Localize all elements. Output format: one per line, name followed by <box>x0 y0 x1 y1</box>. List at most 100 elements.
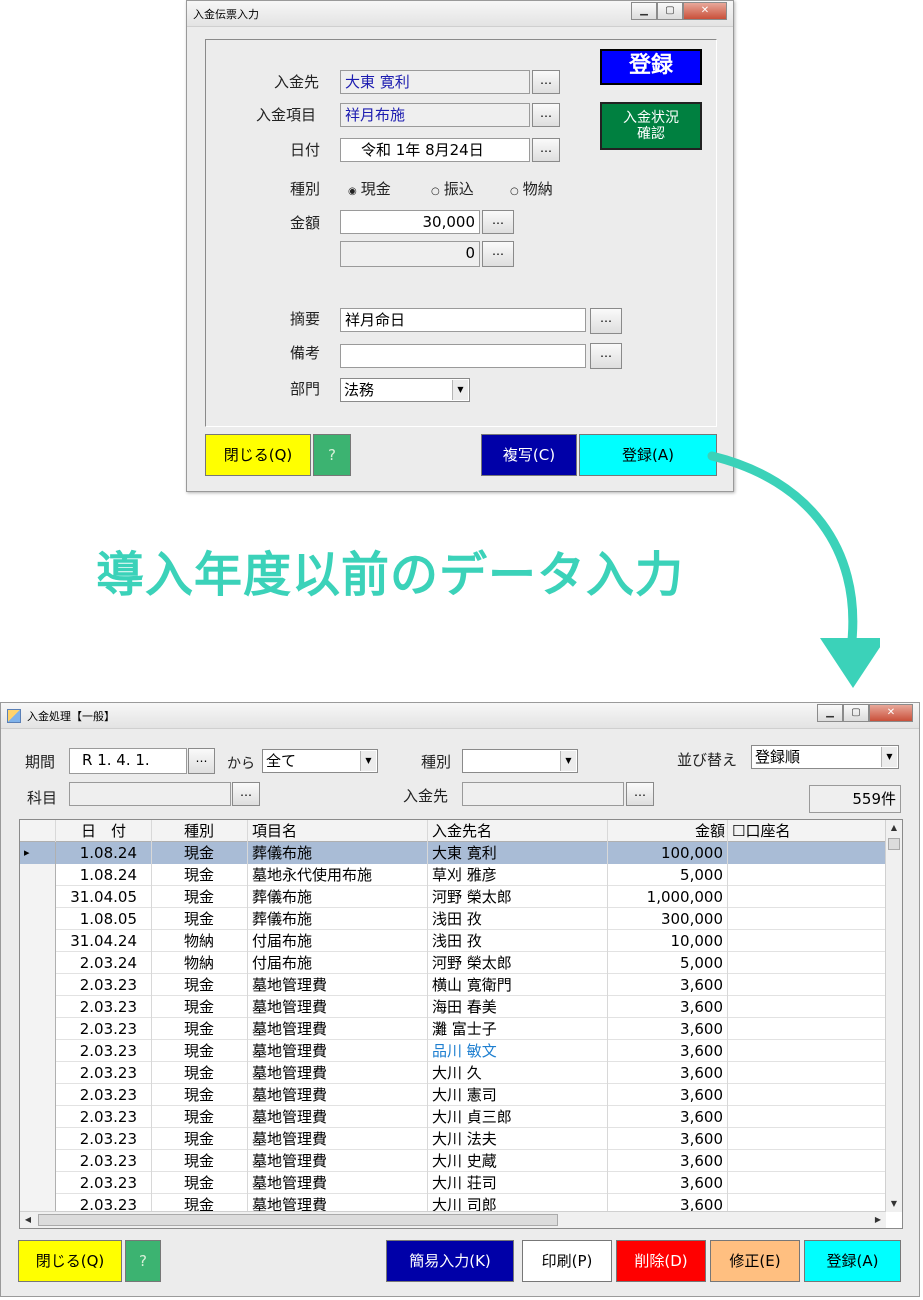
table-row[interactable]: 2.03.23 現金 墓地管理費灘 富士子 3,600 <box>20 1018 886 1040</box>
row-header[interactable] <box>20 1084 56 1106</box>
row-header[interactable] <box>20 1150 56 1172</box>
summary-field[interactable]: 祥月命日 <box>340 308 586 332</box>
cell-account <box>728 1128 886 1150</box>
payer-field[interactable]: 大東 寛利 <box>340 70 530 94</box>
table-row[interactable]: 2.03.23 現金 墓地管理費 大川 荘司 3,600 <box>20 1172 886 1194</box>
cell-amount: 5,000 <box>608 864 728 886</box>
col-header-kind[interactable]: 種別 <box>152 820 248 842</box>
scroll-right-icon[interactable]: ▶ <box>870 1212 886 1228</box>
maximize-icon[interactable]: ▢ <box>843 704 869 722</box>
col-header-payer[interactable]: 入金先名 <box>428 820 608 842</box>
row-header[interactable] <box>20 952 56 974</box>
col-header-item[interactable]: 項目名 <box>248 820 428 842</box>
amount2-calc-button[interactable]: … <box>482 241 514 267</box>
table-row[interactable]: 2.03.23 現金 墓地管理費 大川 久 3,600 <box>20 1062 886 1084</box>
minimize-icon[interactable]: ▁ <box>817 704 843 722</box>
table-row[interactable]: 2.03.23 現金 墓地管理費 横山 寛衛門 3,600 <box>20 974 886 996</box>
col-header-account[interactable]: ☐口座名 <box>728 820 886 842</box>
help-button[interactable]: ? <box>125 1240 161 1282</box>
period-from-field[interactable]: R 1. 4. 1. <box>69 748 187 774</box>
table-row[interactable]: 2.03.23 現金 墓地管理費 大川 史蔵 3,600 <box>20 1150 886 1172</box>
table-row[interactable]: ▸ 1.08.24 現金 葬儀布施 大東 寛利 100,000 <box>20 842 886 864</box>
hscroll-thumb[interactable] <box>38 1214 558 1226</box>
table-row[interactable]: 31.04.05 現金 葬儀布施 河野 榮太郎 1,000,000 <box>20 886 886 908</box>
subject-field[interactable] <box>69 782 231 806</box>
col-header-amount[interactable]: 金額 <box>608 820 728 842</box>
row-header[interactable] <box>20 1106 56 1128</box>
payer-filter-lookup-button[interactable]: … <box>626 782 654 806</box>
print-button[interactable]: 印刷(P) <box>522 1240 612 1282</box>
cell-date: 2.03.23 <box>56 1018 152 1040</box>
register-top-button[interactable]: 登録 <box>600 49 702 85</box>
close-icon[interactable]: ✕ <box>683 2 727 20</box>
payments-grid: 日 付 種別 項目名 入金先名 金額 ☐口座名 ▸ 1.08.24 現金 葬儀布施 大東… <box>19 819 903 1229</box>
table-row[interactable]: 2.03.23 現金 墓地管理費 大川 憲司 3,600 <box>20 1084 886 1106</box>
horizontal-scrollbar[interactable]: ◀ ▶ <box>20 1211 886 1228</box>
col-header-date[interactable]: 日 付 <box>56 820 152 842</box>
close-button[interactable]: 閉じる(Q) <box>18 1240 122 1282</box>
table-row[interactable]: 1.08.24 現金 墓地永代使用布施 草刈 雅彦 5,000 <box>20 864 886 886</box>
sort-select[interactable]: 登録順 ▼ <box>751 745 899 769</box>
item-field[interactable]: 祥月布施 <box>340 103 530 127</box>
cell-item: 付届布施 <box>248 952 428 974</box>
kind-filter-select[interactable]: ▼ <box>462 749 578 773</box>
table-row[interactable]: 2.03.23 現金 墓地管理費 品川 敏文 3,600 <box>20 1040 886 1062</box>
table-row[interactable]: 1.08.05 現金 葬儀布施 浅田 孜 300,000 <box>20 908 886 930</box>
kind-radio-transfer[interactable]: ○ 振込 <box>431 178 474 199</box>
cell-account <box>728 1172 886 1194</box>
cell-item: 葬儀布施 <box>248 842 428 864</box>
copy-button[interactable]: 複写(C) <box>481 434 577 476</box>
close-icon[interactable]: ✕ <box>869 704 913 722</box>
summary-lookup-button[interactable]: … <box>590 308 622 334</box>
table-row[interactable]: 31.04.24 物納 付届布施 浅田 孜 10,000 <box>20 930 886 952</box>
maximize-icon[interactable]: ▢ <box>657 2 683 20</box>
item-lookup-button[interactable]: … <box>532 103 560 127</box>
period-to-select[interactable]: 全て ▼ <box>262 749 378 773</box>
remarks-field[interactable] <box>340 344 586 368</box>
col-header-account-label: 口座名 <box>745 822 791 840</box>
row-header[interactable] <box>20 996 56 1018</box>
minimize-icon[interactable]: ▁ <box>631 2 657 20</box>
delete-button[interactable]: 削除(D) <box>616 1240 706 1282</box>
cell-kind: 現金 <box>152 864 248 886</box>
row-header[interactable] <box>20 908 56 930</box>
table-row[interactable]: 2.03.23 現金 墓地管理費 海田 春美 3,600 <box>20 996 886 1018</box>
table-row[interactable]: 2.03.24 物納 付届布施 河野 榮太郎 5,000 <box>20 952 886 974</box>
vertical-scrollbar[interactable]: ▲ ▼ <box>885 820 902 1212</box>
close-button[interactable]: 閉じる(Q) <box>205 434 311 476</box>
kind-radio-cash[interactable]: ◉ 現金 <box>348 178 391 199</box>
kind-radio-goods[interactable]: ○ 物納 <box>510 178 553 199</box>
register-button[interactable]: 登録(A) <box>804 1240 901 1282</box>
remarks-lookup-button[interactable]: … <box>590 343 622 369</box>
row-header[interactable] <box>20 1062 56 1084</box>
row-header[interactable] <box>20 1040 56 1062</box>
department-select[interactable]: 法務 ▼ <box>340 378 470 402</box>
amount-calc-button[interactable]: … <box>482 210 514 234</box>
payment-status-button[interactable]: 入金状況 確認 <box>600 102 702 150</box>
scroll-up-icon[interactable]: ▲ <box>886 820 902 836</box>
row-header[interactable] <box>20 974 56 996</box>
subject-lookup-button[interactable]: … <box>232 782 260 806</box>
scroll-thumb[interactable] <box>888 838 900 850</box>
date-field[interactable]: 令和 1年 8月24日 <box>340 138 530 162</box>
payer-lookup-button[interactable]: … <box>532 70 560 94</box>
row-header[interactable]: ▸ <box>20 842 56 864</box>
quick-entry-button[interactable]: 簡易入力(K) <box>386 1240 514 1282</box>
table-row[interactable]: 2.03.23 現金 墓地管理費 大川 貞三郎 3,600 <box>20 1106 886 1128</box>
edit-button[interactable]: 修正(E) <box>710 1240 800 1282</box>
row-header[interactable] <box>20 1128 56 1150</box>
row-header[interactable] <box>20 930 56 952</box>
row-header[interactable] <box>20 886 56 908</box>
row-header[interactable] <box>20 1172 56 1194</box>
row-header[interactable] <box>20 1018 56 1040</box>
period-picker-button[interactable]: … <box>188 748 215 774</box>
row-header[interactable] <box>20 864 56 886</box>
date-picker-button[interactable]: … <box>532 138 560 162</box>
amount-field[interactable]: 30,000 <box>340 210 480 234</box>
scroll-down-icon[interactable]: ▼ <box>886 1196 902 1212</box>
scroll-left-icon[interactable]: ◀ <box>20 1212 36 1228</box>
payer-filter-field[interactable] <box>462 782 624 806</box>
help-button[interactable]: ? <box>313 434 351 476</box>
table-row[interactable]: 2.03.23 現金 墓地管理費 大川 法夫 3,600 <box>20 1128 886 1150</box>
register-button[interactable]: 登録(A) <box>579 434 717 476</box>
